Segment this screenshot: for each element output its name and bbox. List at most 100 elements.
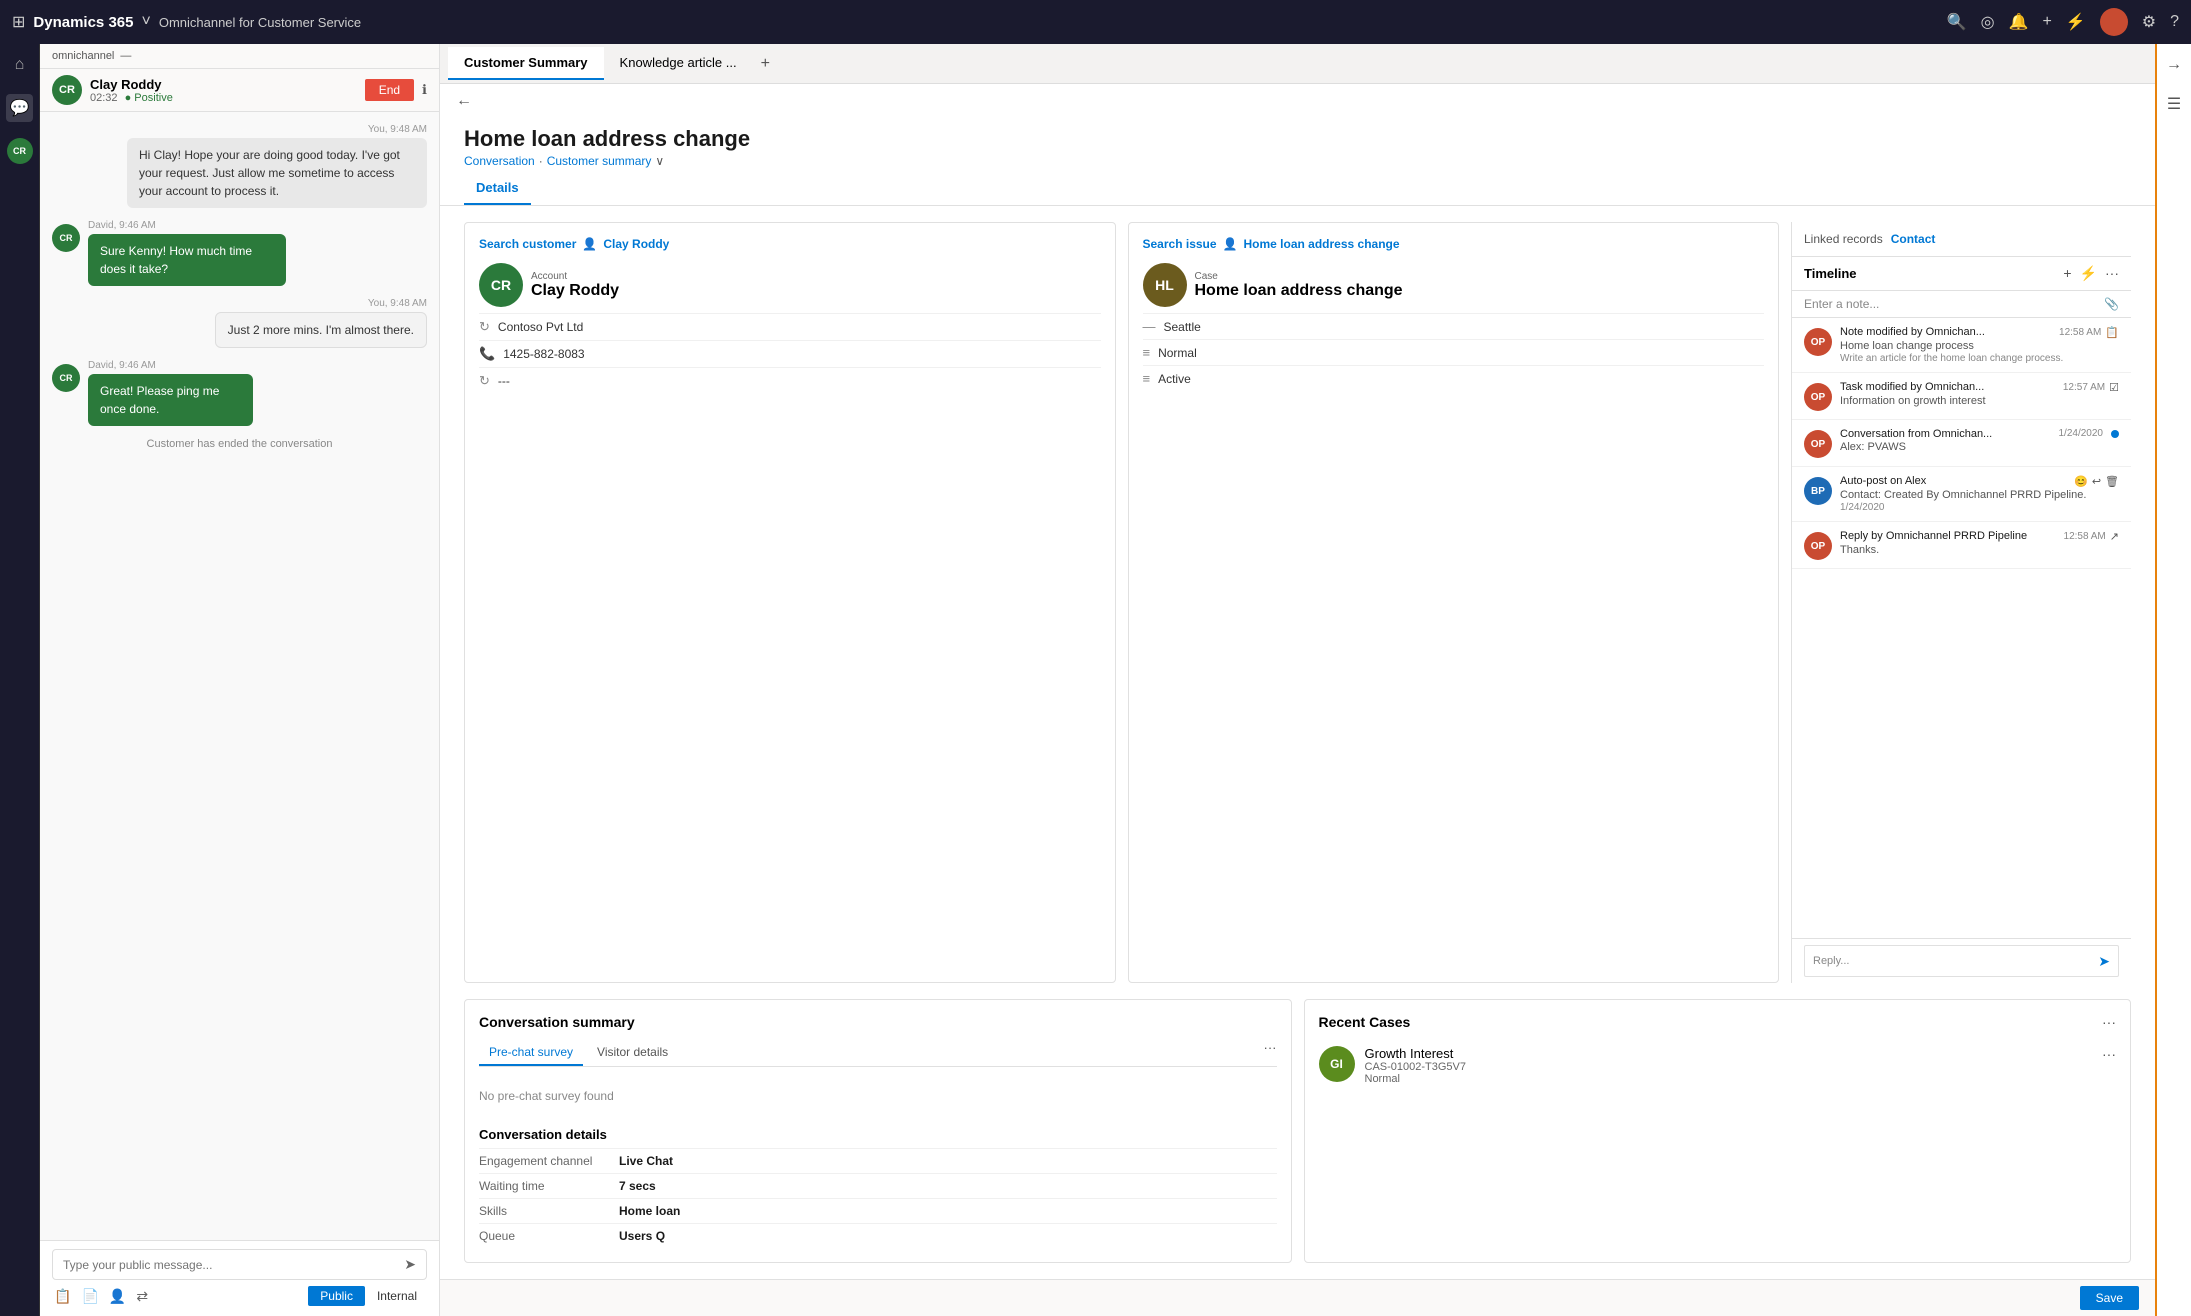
breadcrumb: Conversation · Customer summary ∨: [464, 154, 2131, 168]
internal-button[interactable]: Internal: [369, 1286, 425, 1306]
app-grid-icon[interactable]: ⊞: [12, 12, 25, 32]
customer-chat-name: Clay Roddy: [90, 77, 173, 92]
company-row: ↻ Contoso Pvt Ltd: [479, 313, 1101, 340]
end-button[interactable]: End: [365, 79, 414, 101]
app-chevron-icon[interactable]: ˅: [141, 13, 150, 31]
collapse-icon[interactable]: —: [120, 50, 131, 62]
conv-overflow-icon[interactable]: ···: [1264, 1040, 1277, 1066]
timeline-avatar: OP: [1804, 430, 1832, 458]
reply-placeholder[interactable]: Reply...: [1813, 955, 2098, 967]
customer-meta: Clay Roddy 02:32 ● Positive: [90, 77, 173, 104]
browse-icon[interactable]: ◎: [1981, 12, 1995, 32]
breadcrumb-customer-summary[interactable]: Customer summary: [547, 154, 652, 168]
chat-input[interactable]: [63, 1258, 398, 1272]
list-icon[interactable]: ☰: [2163, 90, 2185, 118]
add-tab-icon[interactable]: +: [753, 55, 778, 73]
visibility-toggle: Public Internal: [308, 1286, 425, 1306]
phone-number: 1425-882-8083: [503, 347, 584, 361]
timeline-item-sub: Thanks.: [1840, 544, 2119, 556]
recent-cases-header: Recent Cases ···: [1319, 1014, 2117, 1030]
timeline-title-row: Reply by Omnichannel PRRD Pipeline 12:58…: [1840, 530, 2119, 543]
task-check-icon[interactable]: ☑: [2109, 381, 2119, 394]
right-panel: Linked records Contact Timeline + ⚡ ··· …: [1791, 222, 2131, 983]
case-link[interactable]: Home loan address change: [1244, 237, 1400, 251]
tab-customer-summary[interactable]: Customer Summary: [448, 47, 604, 80]
person-icon[interactable]: 👤: [109, 1288, 126, 1305]
save-button[interactable]: Save: [2080, 1286, 2139, 1310]
tab-visitor-details[interactable]: Visitor details: [587, 1040, 678, 1066]
linked-records-label[interactable]: Linked records: [1804, 232, 1883, 246]
timeline-item-title: Reply by Omnichannel PRRD Pipeline: [1840, 530, 2027, 542]
chat-info-icon[interactable]: ℹ: [422, 82, 427, 98]
page-title: Home loan address change: [464, 126, 2131, 152]
content-area: Customer Summary Knowledge article ... +…: [440, 44, 2155, 1316]
reply-send-icon[interactable]: ➤: [2098, 953, 2110, 970]
search-nav-icon[interactable]: 🔍: [1947, 12, 1967, 32]
sidebar-cr-badge[interactable]: CR: [7, 138, 33, 164]
conv-detail-row: Queue Users Q: [479, 1223, 1277, 1248]
case-title: Home loan address change: [1195, 282, 1403, 300]
share-icon[interactable]: ↗: [2110, 530, 2119, 543]
case-search-row: Search issue 👤 Home loan address change: [1143, 237, 1765, 251]
transfer-icon[interactable]: ⇄: [136, 1288, 148, 1305]
attach-icon[interactable]: 📎: [2104, 297, 2119, 311]
contact-label[interactable]: Contact: [1891, 232, 1936, 246]
bell-icon[interactable]: 🔔: [2009, 12, 2029, 32]
message-row: You, 9:48 AM Hi Clay! Hope your are doin…: [52, 124, 427, 208]
timeline-item: OP Task modified by Omnichan... 12:57 AM…: [1792, 373, 2131, 420]
timeline-note-input: Enter a note... 📎: [1792, 291, 2131, 318]
conv-summary-title: Conversation summary: [479, 1014, 1277, 1030]
conv-detail-row: Waiting time 7 secs: [479, 1173, 1277, 1198]
msg-bubble: Just 2 more mins. I'm almost there.: [215, 312, 427, 348]
back-button[interactable]: ←: [456, 92, 472, 110]
chat-actions: End ℹ: [365, 79, 427, 101]
page-header: Home loan address change Conversation · …: [440, 118, 2155, 172]
timeline-filter-icon[interactable]: ⚡: [2080, 265, 2097, 282]
msg-time: You, 9:48 AM: [52, 124, 427, 135]
breadcrumb-chevron[interactable]: ∨: [655, 154, 664, 168]
timeline-action-icon[interactable]: 📋: [2105, 326, 2119, 339]
expand-icon[interactable]: →: [2162, 52, 2186, 78]
emoji-icon[interactable]: 😊: [2074, 475, 2088, 488]
sidebar-home-icon[interactable]: ⌂: [11, 52, 29, 78]
status-row: ≡ Active: [1143, 365, 1765, 391]
doc-icon[interactable]: 📄: [81, 1288, 98, 1305]
timeline-more-icon[interactable]: ···: [2105, 265, 2119, 282]
message-row: CR David, 9:46 AM Sure Kenny! How much t…: [52, 220, 427, 286]
timeline-item-title: Conversation from Omnichan...: [1840, 428, 1992, 440]
reply-icon[interactable]: ↩: [2092, 475, 2101, 488]
tab-details[interactable]: Details: [464, 172, 531, 205]
tab-pre-chat[interactable]: Pre-chat survey: [479, 1040, 583, 1066]
customer-link[interactable]: Clay Roddy: [603, 237, 669, 251]
recent-cases-overflow[interactable]: ···: [2102, 1014, 2116, 1030]
breadcrumb-conversation[interactable]: Conversation: [464, 154, 535, 168]
settings-icon[interactable]: ⚙: [2142, 12, 2156, 32]
app-name[interactable]: Dynamics 365: [33, 14, 133, 31]
timeline-title: Timeline: [1804, 266, 1857, 281]
three-column-grid: Search customer 👤 Clay Roddy CR Account …: [440, 206, 2155, 999]
user-avatar[interactable]: [2100, 8, 2128, 36]
msg-bubble: Great! Please ping me once done.: [88, 374, 253, 426]
clipboard-icon[interactable]: 📋: [54, 1288, 71, 1305]
timeline-add-icon[interactable]: +: [2063, 265, 2071, 282]
customer-card: Search customer 👤 Clay Roddy CR Account …: [464, 222, 1116, 983]
case-overflow-icon[interactable]: ···: [2102, 1046, 2116, 1062]
send-icon[interactable]: ➤: [404, 1256, 416, 1273]
chat-messages: You, 9:48 AM Hi Clay! Hope your are doin…: [40, 112, 439, 1240]
conv-details-title: Conversation details: [479, 1127, 1277, 1142]
timeline-item-sub: Contact: Created By Omnichannel PRRD Pip…: [1840, 489, 2119, 501]
timeline-item-title: Auto-post on Alex: [1840, 475, 1926, 487]
location-value: Seattle: [1164, 320, 1201, 334]
delete-icon[interactable]: 🗑: [2105, 475, 2119, 488]
help-icon[interactable]: ?: [2170, 13, 2179, 31]
note-placeholder[interactable]: Enter a note...: [1804, 297, 2104, 311]
customer-msg-content: David, 9:46 AM Sure Kenny! How much time…: [88, 220, 335, 286]
timeline-item: BP Auto-post on Alex 😊 ↩ 🗑: [1792, 467, 2131, 522]
recent-case-title: Growth Interest: [1365, 1046, 2093, 1061]
public-button[interactable]: Public: [308, 1286, 365, 1306]
priority-value: Normal: [1158, 346, 1197, 360]
tab-knowledge-article[interactable]: Knowledge article ...: [604, 47, 753, 80]
sidebar-chat-icon[interactable]: 💬: [6, 94, 34, 122]
add-nav-icon[interactable]: +: [2042, 13, 2051, 31]
filter-nav-icon[interactable]: ⚡: [2066, 12, 2086, 32]
